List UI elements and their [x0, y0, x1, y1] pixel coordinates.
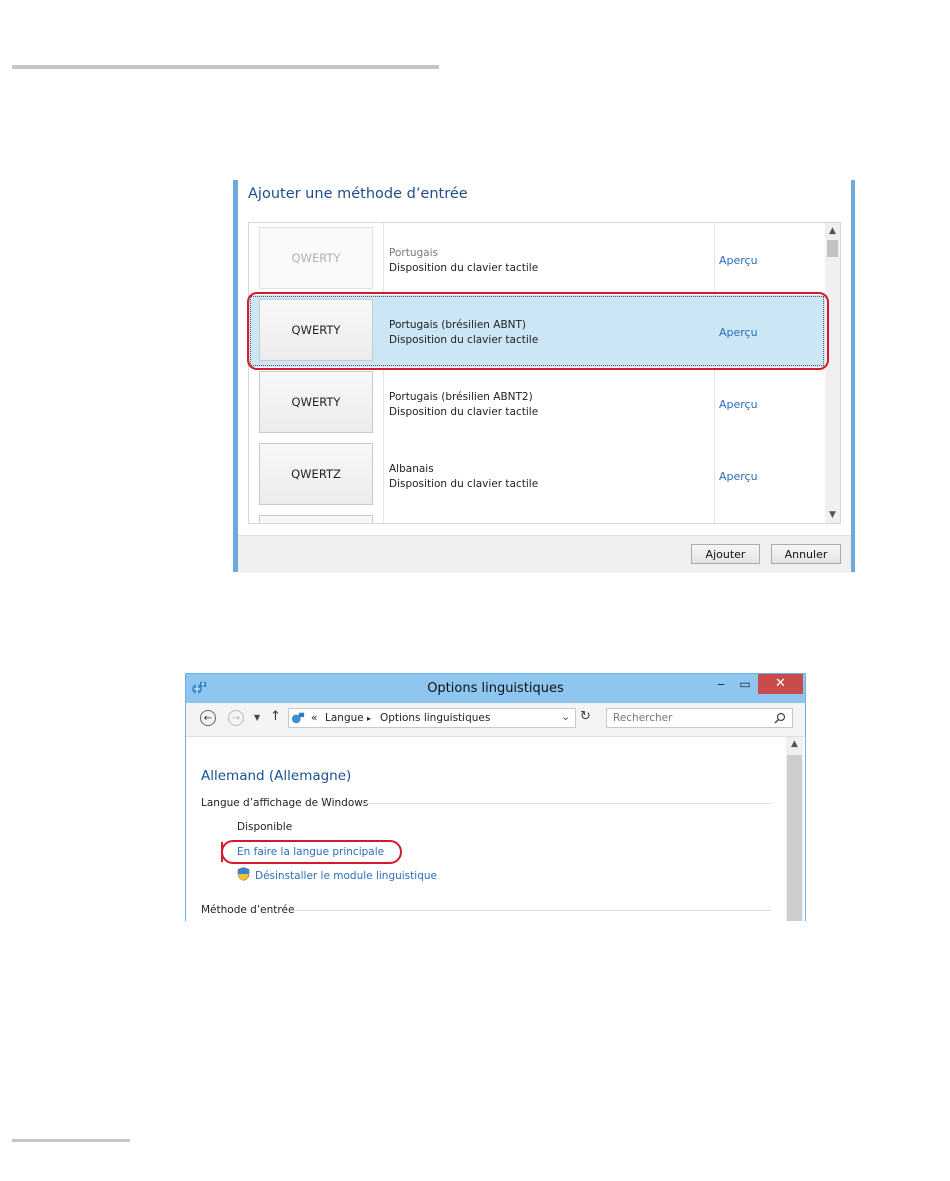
- item-subtitle: Disposition du clavier tactile: [389, 478, 539, 490]
- navigation-bar: ← → ▼ ↑ « Langue ▸ Options linguistiques…: [186, 703, 805, 737]
- section-divider: [291, 910, 771, 911]
- control-panel-icon: [291, 712, 305, 724]
- section-divider: [361, 803, 771, 804]
- scroll-up-icon[interactable]: ▲: [825, 223, 840, 239]
- close-icon[interactable]: ✕: [758, 673, 803, 694]
- breadcrumb-separator-icon[interactable]: ▸: [367, 714, 371, 723]
- dialog-title: Ajouter une méthode d’entrée: [248, 186, 468, 202]
- item-name: Portugais (brésilien ABNT2): [389, 391, 533, 403]
- keyboard-thumbnail: [259, 515, 373, 523]
- add-button[interactable]: Ajouter: [691, 544, 760, 564]
- header-rule: [12, 65, 439, 69]
- make-primary-language-link[interactable]: En faire la langue principale: [237, 846, 384, 858]
- preview-link[interactable]: Aperçu: [719, 254, 758, 267]
- list-item-partial[interactable]: [249, 511, 825, 523]
- scroll-up-icon[interactable]: ▲: [786, 739, 803, 749]
- item-subtitle: Disposition du clavier tactile: [389, 262, 539, 274]
- dialog-left-accent: [233, 180, 238, 572]
- keyboard-thumbnail: QWERTY: [259, 299, 373, 361]
- minimize-icon[interactable]: ‒: [708, 673, 734, 694]
- search-box[interactable]: Rechercher: [606, 708, 793, 728]
- dialog-right-accent: [851, 180, 855, 572]
- search-icon[interactable]: [774, 712, 786, 724]
- input-method-section: Méthode d’entrée: [201, 904, 295, 916]
- highlight-annotation-mark: [221, 842, 223, 862]
- list-scrollbar[interactable]: ▲ ▼: [825, 223, 840, 523]
- scrollbar-thumb[interactable]: [827, 240, 838, 257]
- item-name: Portugais (brésilien ABNT): [389, 319, 527, 331]
- language-title: Allemand (Allemagne): [201, 768, 352, 784]
- address-dropdown-icon[interactable]: ⌄: [561, 710, 570, 723]
- preview-link[interactable]: Aperçu: [719, 398, 758, 411]
- display-language-section: Langue d’affichage de Windows: [201, 797, 369, 809]
- add-input-method-dialog: Ajouter une méthode d’entrée QWERTY Port…: [233, 180, 855, 573]
- item-subtitle: Disposition du clavier tactile: [389, 406, 539, 418]
- list-item-selected[interactable]: QWERTY Portugais (brésilien ABNT) Dispos…: [249, 295, 825, 367]
- preview-link[interactable]: Aperçu: [719, 470, 758, 483]
- title-bar: Options linguistiques ‒ ▭ ✕: [185, 673, 806, 703]
- refresh-icon[interactable]: ↻: [580, 709, 591, 724]
- breadcrumb-current[interactable]: Options linguistiques: [380, 712, 490, 724]
- uninstall-language-pack-link[interactable]: Désinstaller le module linguistique: [255, 870, 437, 882]
- dialog-footer: Ajouter Annuler: [238, 535, 851, 573]
- maximize-icon[interactable]: ▭: [734, 673, 756, 694]
- uac-shield-icon: [237, 867, 250, 881]
- address-bar[interactable]: « Langue ▸ Options linguistiques ⌄: [288, 708, 576, 728]
- list-item[interactable]: QWERTY Portugais (brésilien ABNT2) Dispo…: [249, 367, 825, 439]
- breadcrumb-langue[interactable]: Langue: [325, 712, 364, 724]
- forward-icon[interactable]: →: [228, 710, 244, 726]
- recent-pages-icon[interactable]: ▼: [254, 713, 260, 722]
- list-item[interactable]: QWERTY Portugais Disposition du clavier …: [249, 223, 825, 295]
- back-icon[interactable]: ←: [200, 710, 216, 726]
- keyboard-thumbnail: QWERTY: [259, 227, 373, 289]
- input-method-list[interactable]: QWERTY Portugais Disposition du clavier …: [248, 222, 841, 524]
- availability-status: Disponible: [237, 821, 293, 833]
- scroll-down-icon[interactable]: ▼: [825, 507, 840, 523]
- content-scrollbar[interactable]: ▲: [786, 737, 803, 921]
- keyboard-thumbnail: QWERTY: [259, 371, 373, 433]
- scrollbar-thumb[interactable]: [787, 755, 802, 921]
- keyboard-thumbnail: QWERTZ: [259, 443, 373, 505]
- item-name: Portugais: [389, 247, 438, 259]
- up-arrow-icon[interactable]: ↑: [270, 709, 281, 724]
- footer-rule: [12, 1139, 130, 1142]
- search-placeholder: Rechercher: [613, 712, 673, 724]
- item-subtitle: Disposition du clavier tactile: [389, 334, 539, 346]
- list-item[interactable]: QWERTZ Albanais Disposition du clavier t…: [249, 439, 825, 511]
- breadcrumb-overflow-icon[interactable]: «: [311, 712, 317, 724]
- preview-link[interactable]: Aperçu: [719, 326, 758, 339]
- language-options-window: Options linguistiques ‒ ▭ ✕ ← → ▼ ↑ « La…: [185, 673, 806, 921]
- item-name: Albanais: [389, 463, 434, 475]
- cancel-button[interactable]: Annuler: [771, 544, 841, 564]
